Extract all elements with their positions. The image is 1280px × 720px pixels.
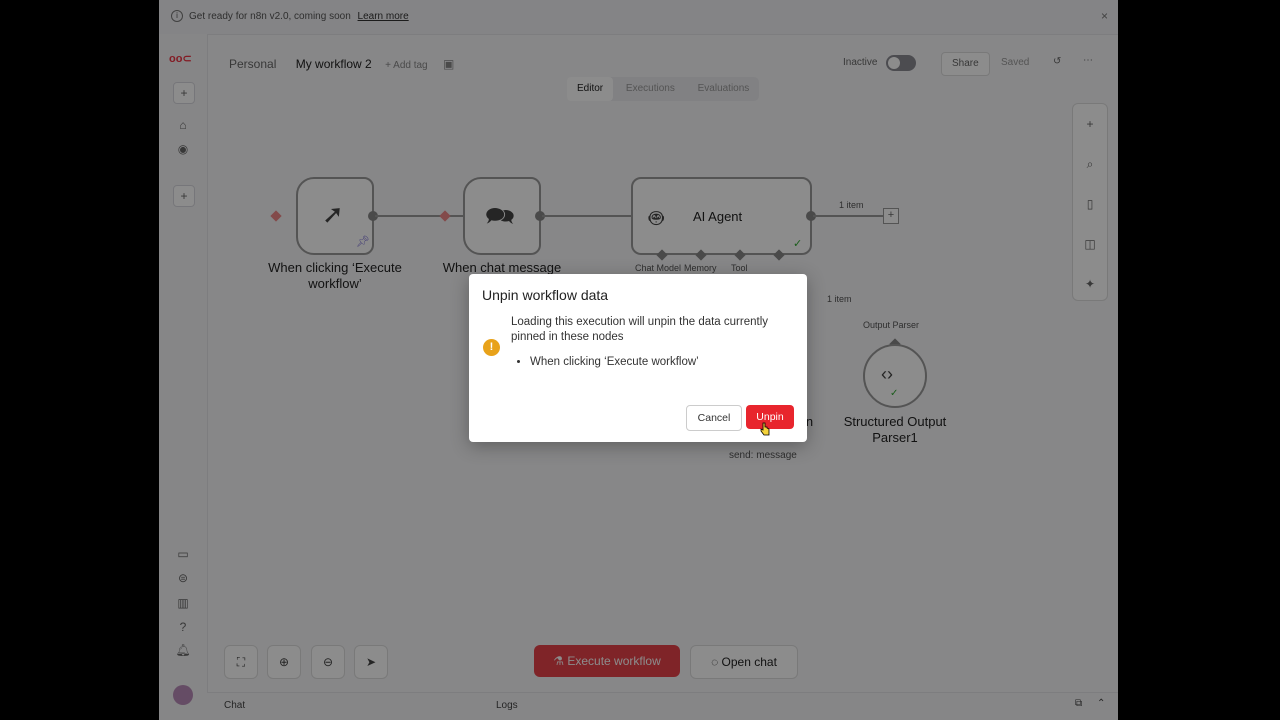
list-item: When clicking ‘Execute workflow’ [530, 356, 699, 368]
unpin-button[interactable]: Unpin [746, 405, 794, 429]
hand-cursor-icon [760, 422, 770, 436]
cancel-button[interactable]: Cancel [686, 405, 742, 431]
unpin-dialog: Unpin workflow data ! Loading this execu… [469, 274, 807, 442]
dialog-message: Loading this execution will unpin the da… [511, 316, 768, 343]
warning-icon: ! [483, 339, 500, 356]
pinned-nodes-list: When clicking ‘Execute workflow’ [511, 356, 699, 368]
dialog-title: Unpin workflow data [482, 287, 609, 303]
